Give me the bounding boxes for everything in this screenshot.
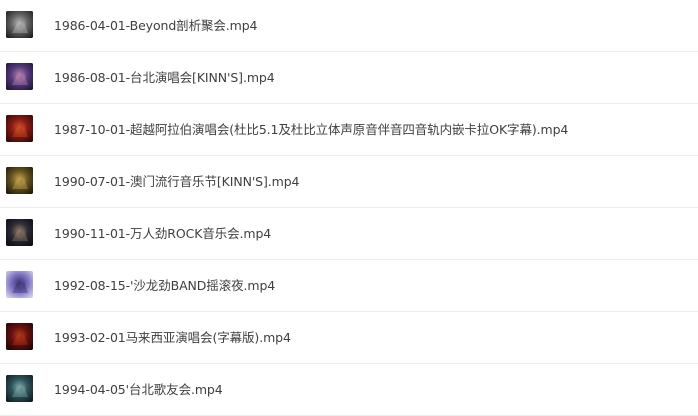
video-thumbnail[interactable] <box>6 271 33 298</box>
file-row[interactable]: 1994-04-05'台北歌友会.mp4 <box>0 364 698 416</box>
video-thumbnail-icon <box>6 271 33 298</box>
file-row[interactable]: 1992-08-15-'沙龙劲BAND摇滚夜.mp4 <box>0 260 698 312</box>
video-thumbnail[interactable] <box>6 11 33 38</box>
file-row[interactable]: 1990-07-01-澳门流行音乐节[KINN'S].mp4 <box>0 156 698 208</box>
video-thumbnail-icon <box>6 11 33 38</box>
video-thumbnail-icon <box>6 219 33 246</box>
file-name[interactable]: 1990-11-01-万人劲ROCK音乐会.mp4 <box>54 208 271 260</box>
file-name[interactable]: 1986-08-01-台北演唱会[KINN'S].mp4 <box>54 52 275 104</box>
file-name[interactable]: 1994-04-05'台北歌友会.mp4 <box>54 364 223 416</box>
file-name[interactable]: 1987-10-01-超越阿拉伯演唱会(杜比5.1及杜比立体声原音伴音四音轨内嵌… <box>54 104 568 156</box>
file-name[interactable]: 1993-02-01马来西亚演唱会(字幕版).mp4 <box>54 312 291 364</box>
file-name[interactable]: 1992-08-15-'沙龙劲BAND摇滚夜.mp4 <box>54 260 275 312</box>
video-thumbnail[interactable] <box>6 63 33 90</box>
video-thumbnail-icon <box>6 323 33 350</box>
file-row[interactable]: 1990-11-01-万人劲ROCK音乐会.mp4 <box>0 208 698 260</box>
file-name[interactable]: 1986-04-01-Beyond剖析聚会.mp4 <box>54 0 258 52</box>
video-thumbnail[interactable] <box>6 323 33 350</box>
video-thumbnail-icon <box>6 167 33 194</box>
file-name[interactable]: 1990-07-01-澳门流行音乐节[KINN'S].mp4 <box>54 156 300 208</box>
file-row[interactable]: 1986-04-01-Beyond剖析聚会.mp4 <box>0 0 698 52</box>
file-row[interactable]: 1993-02-01马来西亚演唱会(字幕版).mp4 <box>0 312 698 364</box>
video-thumbnail-icon <box>6 63 33 90</box>
video-thumbnail[interactable] <box>6 167 33 194</box>
video-thumbnail[interactable] <box>6 219 33 246</box>
video-thumbnail-icon <box>6 115 33 142</box>
file-list: 1986-04-01-Beyond剖析聚会.mp4 1986-08-01-台北演唱… <box>0 0 698 416</box>
file-row[interactable]: 1986-08-01-台北演唱会[KINN'S].mp4 <box>0 52 698 104</box>
video-thumbnail[interactable] <box>6 375 33 402</box>
video-thumbnail[interactable] <box>6 115 33 142</box>
file-row[interactable]: 1987-10-01-超越阿拉伯演唱会(杜比5.1及杜比立体声原音伴音四音轨内嵌… <box>0 104 698 156</box>
video-thumbnail-icon <box>6 375 33 402</box>
